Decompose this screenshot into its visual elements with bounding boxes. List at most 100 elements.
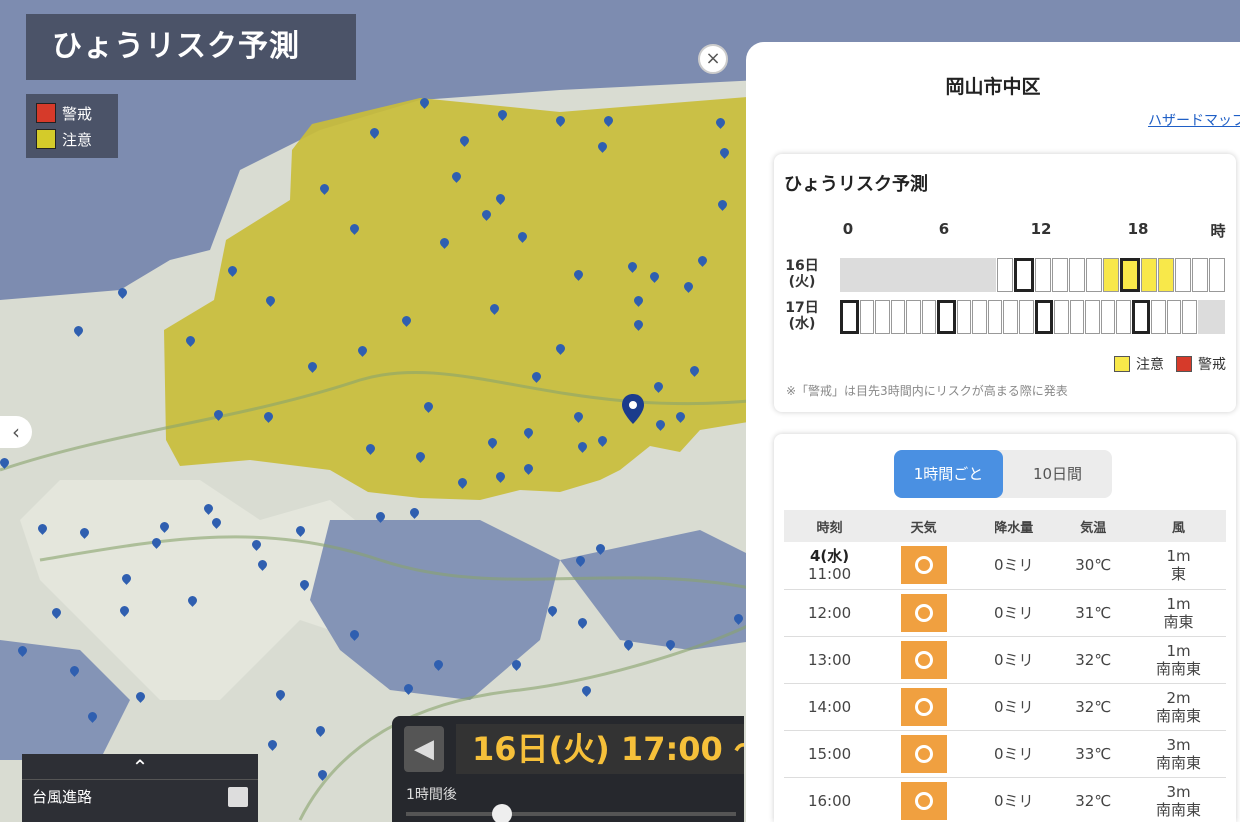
station-pin[interactable] bbox=[228, 266, 237, 278]
station-pin[interactable] bbox=[458, 478, 467, 490]
station-pin[interactable] bbox=[366, 444, 375, 456]
station-pin[interactable] bbox=[204, 504, 213, 516]
station-pin[interactable] bbox=[676, 412, 685, 424]
station-pin[interactable] bbox=[358, 346, 367, 358]
station-pin[interactable] bbox=[718, 200, 727, 212]
station-pin[interactable] bbox=[598, 142, 607, 154]
station-pin[interactable] bbox=[576, 556, 585, 568]
station-pin[interactable] bbox=[318, 770, 327, 782]
station-pin[interactable] bbox=[18, 646, 27, 658]
station-pin[interactable] bbox=[490, 304, 499, 316]
station-pin[interactable] bbox=[578, 442, 587, 454]
station-pin[interactable] bbox=[258, 560, 267, 572]
tab-10day[interactable]: 10日間 bbox=[1003, 450, 1112, 498]
station-pin[interactable] bbox=[716, 118, 725, 130]
station-pin[interactable] bbox=[136, 692, 145, 704]
station-pin[interactable] bbox=[482, 210, 491, 222]
station-pin[interactable] bbox=[574, 270, 583, 282]
station-pin[interactable] bbox=[376, 512, 385, 524]
station-pin[interactable] bbox=[488, 438, 497, 450]
station-pin[interactable] bbox=[276, 690, 285, 702]
station-pin[interactable] bbox=[0, 458, 9, 470]
station-pin[interactable] bbox=[308, 362, 317, 374]
station-pin[interactable] bbox=[656, 420, 665, 432]
chevron-left-icon[interactable]: ‹ bbox=[0, 416, 32, 448]
station-pin[interactable] bbox=[350, 224, 359, 236]
station-pin[interactable] bbox=[370, 128, 379, 140]
station-pin[interactable] bbox=[496, 472, 505, 484]
station-pin[interactable] bbox=[122, 574, 131, 586]
station-pin[interactable] bbox=[424, 402, 433, 414]
station-pin[interactable] bbox=[416, 452, 425, 464]
station-pin[interactable] bbox=[296, 526, 305, 538]
station-pin[interactable] bbox=[532, 372, 541, 384]
hazard-map-link[interactable]: ハザードマップ bbox=[1148, 110, 1240, 130]
station-pin[interactable] bbox=[214, 410, 223, 422]
station-pin[interactable] bbox=[734, 614, 743, 626]
station-pin[interactable] bbox=[524, 464, 533, 476]
station-pin[interactable] bbox=[52, 608, 61, 620]
station-pin[interactable] bbox=[556, 116, 565, 128]
station-pin[interactable] bbox=[582, 686, 591, 698]
station-pin[interactable] bbox=[252, 540, 261, 552]
station-pin[interactable] bbox=[684, 282, 693, 294]
station-pin[interactable] bbox=[666, 640, 675, 652]
typhoon-layer-checkbox[interactable] bbox=[228, 786, 248, 807]
prev-time-button[interactable]: ◀ bbox=[404, 726, 444, 772]
station-pin[interactable] bbox=[596, 544, 605, 556]
station-pin[interactable] bbox=[604, 116, 613, 128]
station-pin[interactable] bbox=[120, 606, 129, 618]
station-pin[interactable] bbox=[160, 522, 169, 534]
station-pin[interactable] bbox=[404, 684, 413, 696]
station-pin[interactable] bbox=[574, 412, 583, 424]
layer-row-typhoon[interactable]: 台風進路 bbox=[22, 780, 258, 813]
station-pin[interactable] bbox=[498, 110, 507, 122]
tab-hourly[interactable]: 1時間ごと bbox=[894, 450, 1003, 498]
station-pin[interactable] bbox=[70, 666, 79, 678]
station-pin[interactable] bbox=[350, 630, 359, 642]
station-pin[interactable] bbox=[402, 316, 411, 328]
station-pin[interactable] bbox=[524, 428, 533, 440]
station-pin[interactable] bbox=[320, 184, 329, 196]
station-pin[interactable] bbox=[264, 412, 273, 424]
station-pin[interactable] bbox=[440, 238, 449, 250]
station-pin[interactable] bbox=[654, 382, 663, 394]
station-pin[interactable] bbox=[186, 336, 195, 348]
station-pin[interactable] bbox=[212, 518, 221, 530]
station-pin[interactable] bbox=[634, 296, 643, 308]
station-pin[interactable] bbox=[690, 366, 699, 378]
station-pin[interactable] bbox=[496, 194, 505, 206]
time-slider-handle[interactable] bbox=[492, 804, 512, 822]
station-pin[interactable] bbox=[556, 344, 565, 356]
station-pin[interactable] bbox=[578, 618, 587, 630]
station-pin[interactable] bbox=[118, 288, 127, 300]
close-icon[interactable]: × bbox=[698, 44, 728, 74]
station-pin[interactable] bbox=[316, 726, 325, 738]
station-pin[interactable] bbox=[74, 326, 83, 338]
station-pin[interactable] bbox=[152, 538, 161, 550]
station-pin[interactable] bbox=[434, 660, 443, 672]
station-pin[interactable] bbox=[720, 148, 729, 160]
station-pin[interactable] bbox=[38, 524, 47, 536]
station-pin[interactable] bbox=[628, 262, 637, 274]
station-pin[interactable] bbox=[512, 660, 521, 672]
station-pin[interactable] bbox=[518, 232, 527, 244]
station-pin[interactable] bbox=[188, 596, 197, 608]
station-pin[interactable] bbox=[548, 606, 557, 618]
station-pin[interactable] bbox=[420, 98, 429, 110]
station-pin[interactable] bbox=[650, 272, 659, 284]
time-slider-track[interactable] bbox=[406, 812, 736, 816]
station-pin[interactable] bbox=[410, 508, 419, 520]
station-pin[interactable] bbox=[698, 256, 707, 268]
station-pin[interactable] bbox=[634, 320, 643, 332]
selected-location-marker-icon[interactable] bbox=[622, 394, 644, 424]
chevron-up-icon[interactable]: ⌃ bbox=[22, 754, 258, 780]
station-pin[interactable] bbox=[268, 740, 277, 752]
station-pin[interactable] bbox=[266, 296, 275, 308]
station-pin[interactable] bbox=[598, 436, 607, 448]
station-pin[interactable] bbox=[80, 528, 89, 540]
station-pin[interactable] bbox=[460, 136, 469, 148]
station-pin[interactable] bbox=[624, 640, 633, 652]
station-pin[interactable] bbox=[452, 172, 461, 184]
station-pin[interactable] bbox=[300, 580, 309, 592]
